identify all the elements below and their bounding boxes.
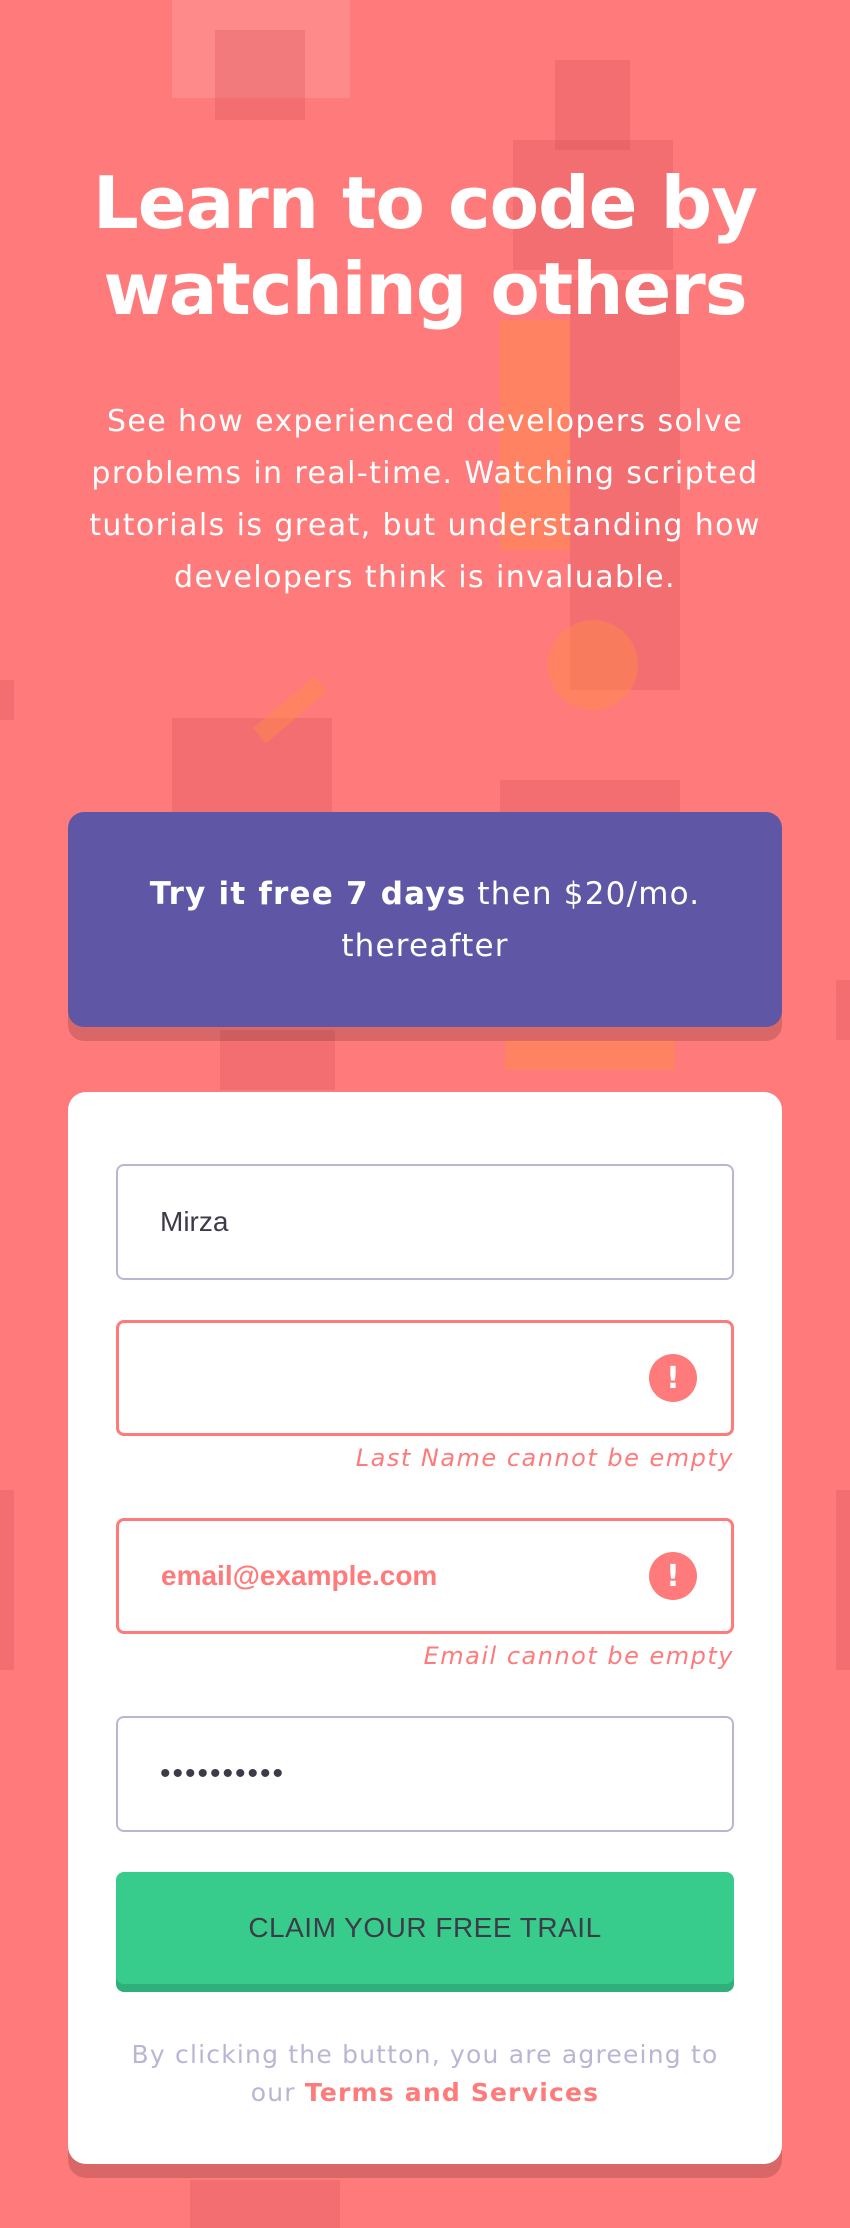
terms-link[interactable]: Terms and Services [305, 2078, 599, 2107]
email-field[interactable]: email@example.com ! [116, 1518, 734, 1634]
first-name-field[interactable]: Mirza [116, 1164, 734, 1280]
error-circle-icon: ! [649, 1354, 697, 1402]
last-name-field[interactable]: ! [116, 1320, 734, 1436]
email-error: Email cannot be empty [423, 1642, 734, 1670]
signup-form: Mirza ! Last Name cannot be empty email@… [68, 1092, 782, 2164]
error-circle-icon: ! [649, 1552, 697, 1600]
page-title: Learn to code by watching others [92, 161, 758, 331]
last-name-error: Last Name cannot be empty [355, 1444, 734, 1472]
password-value: •••••••••• [160, 1757, 286, 1790]
hero-description: See how experienced developers solve pro… [89, 404, 761, 595]
promo-banner: Try it free 7 days then $20/mo. thereaft… [68, 812, 782, 1027]
promo-bold-text: Try it free 7 days [149, 875, 467, 912]
promo-text: Try it free 7 days then $20/mo. thereaft… [68, 868, 782, 972]
email-placeholder: email@example.com [161, 1560, 438, 1591]
password-field[interactable]: •••••••••• [116, 1716, 734, 1832]
claim-trial-button[interactable]: CLAIM YOUR FREE TRAIL [116, 1872, 734, 1984]
terms-notice: By clicking the button, you are agreeing… [116, 2036, 734, 2112]
first-name-value: Mirza [160, 1206, 229, 1237]
